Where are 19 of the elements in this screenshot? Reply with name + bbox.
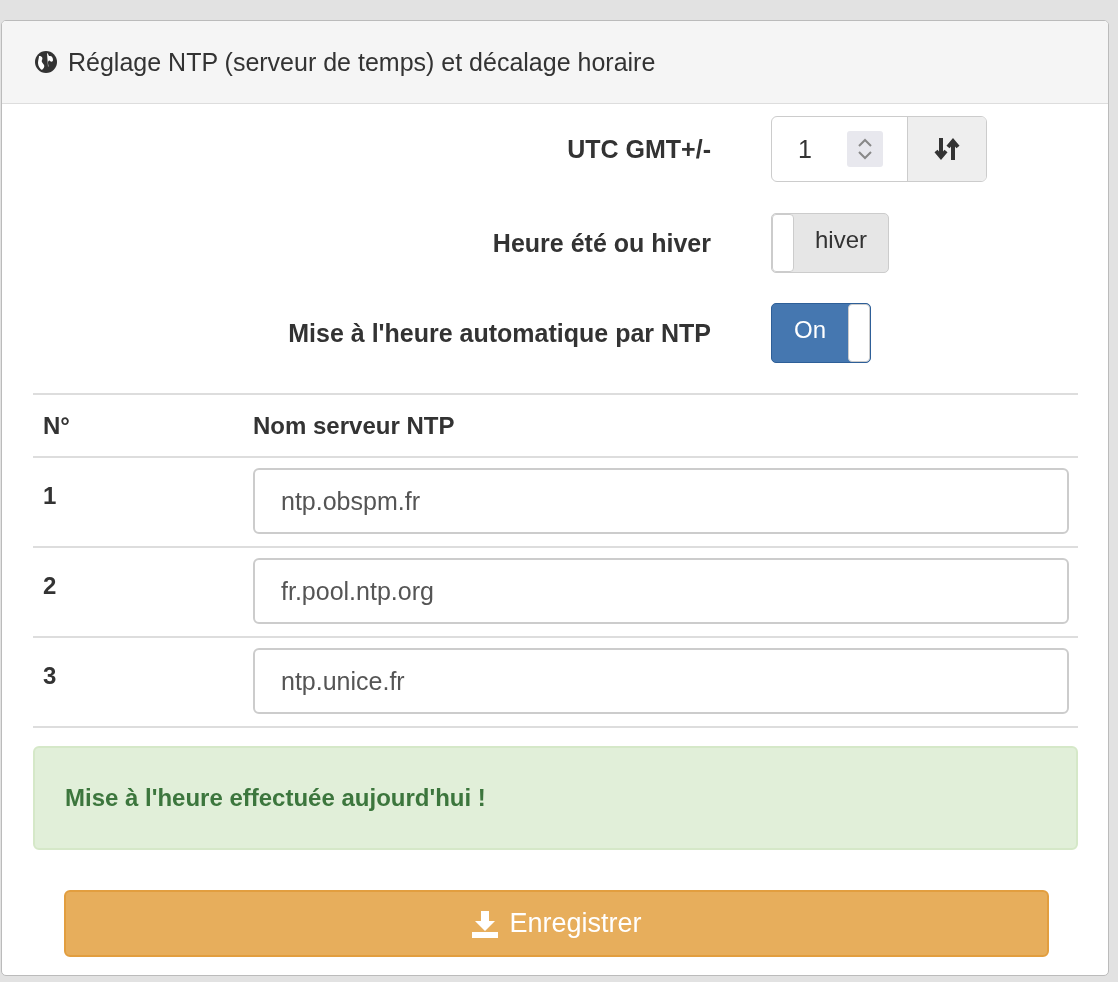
column-header: N°	[42, 411, 71, 440]
panel-title: Réglage NTP (serveur de temps) et décalage horaire	[68, 47, 656, 77]
row-number: 2	[42, 571, 58, 600]
row-number: 3	[42, 661, 58, 690]
toggle-switch[interactable]: hiver	[771, 213, 889, 273]
form-label: Heure été ou hiver	[491, 228, 711, 258]
download-icon	[471, 909, 500, 938]
alert-text: Mise à l'heure effectuée aujourd'hui !	[65, 784, 486, 812]
sort-arrows-icon	[933, 135, 961, 163]
server-input[interactable]: ntp.obspm.fr	[253, 468, 1069, 534]
form-label: UTC GMT+/-	[566, 134, 711, 164]
sort-button[interactable]	[908, 117, 986, 181]
column-header: Nom serveur NTP	[253, 411, 455, 440]
row-number: 1	[42, 481, 58, 510]
server-input[interactable]: fr.pool.ntp.org	[253, 558, 1069, 624]
toggle-switch[interactable]: On	[771, 303, 871, 363]
form-label: Mise à l'heure automatique par NTP	[287, 318, 711, 348]
server-input[interactable]: ntp.unice.fr	[253, 648, 1069, 714]
globe-icon	[34, 50, 58, 74]
